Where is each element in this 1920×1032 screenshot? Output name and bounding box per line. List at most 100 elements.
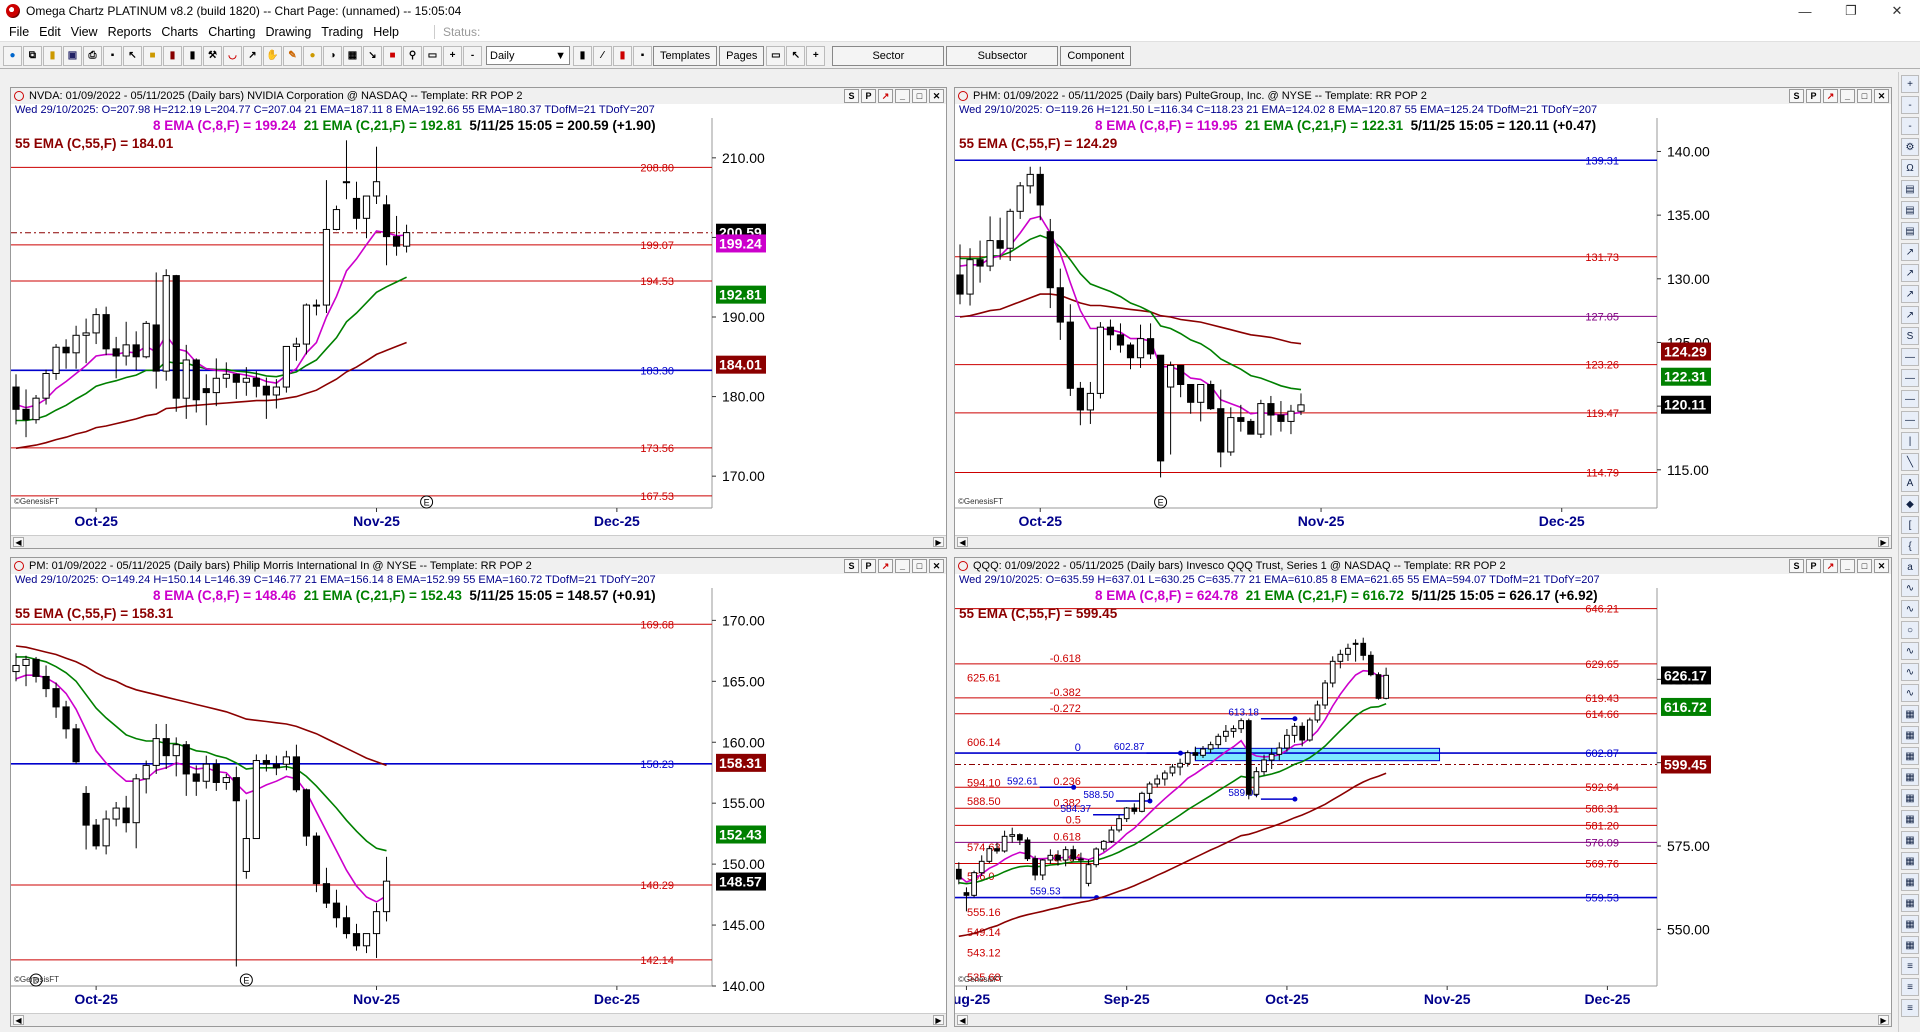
lock-icon[interactable]: ■ xyxy=(143,45,162,66)
save-icon[interactable]: ▣ xyxy=(63,45,82,66)
scroll-left-icon[interactable]: ◀ xyxy=(957,537,968,547)
zoom-out-tool-icon[interactable]: - xyxy=(1901,117,1919,135)
pages-button[interactable]: Pages xyxy=(719,45,765,66)
chart-tool-icon[interactable]: ▤ xyxy=(1901,201,1919,219)
globe-icon[interactable]: ● xyxy=(3,45,22,66)
bars-tool-icon[interactable]: ≡ xyxy=(1901,957,1919,975)
popout-icon[interactable]: ↗ xyxy=(1823,559,1838,573)
A-tool-icon[interactable]: A xyxy=(1901,474,1919,492)
chart-tool-icon[interactable]: ▤ xyxy=(1901,180,1919,198)
scroll-left-icon[interactable]: ◀ xyxy=(13,1015,24,1025)
zoom-icon[interactable]: ⚲ xyxy=(403,45,422,66)
chart-pane-phm[interactable]: PHM: 01/09/2022 - 05/11/2025 (Daily bars… xyxy=(954,87,1892,549)
grid-tool-icon[interactable]: ▦ xyxy=(1901,726,1919,744)
popout-icon[interactable]: ↗ xyxy=(878,559,893,573)
scroll-right-icon[interactable]: ▶ xyxy=(933,537,944,547)
zoom-in-tool-icon[interactable]: + xyxy=(1901,75,1919,93)
chart-pane-nvda[interactable]: NVDA: 01/09/2022 - 05/11/2025 (Daily bar… xyxy=(10,87,947,549)
chart-icon[interactable]: ▮ xyxy=(573,45,592,66)
minimize-icon[interactable]: _ xyxy=(895,89,910,103)
chart-tool-icon[interactable]: ▤ xyxy=(1901,222,1919,240)
horizontal-scrollbar[interactable]: ◀ ▶ xyxy=(955,535,1891,548)
minimize-icon[interactable]: _ xyxy=(895,559,910,573)
monitor-icon[interactable]: ▭ xyxy=(423,45,442,66)
grid-tool-icon[interactable]: ▦ xyxy=(1901,768,1919,786)
page-icon[interactable]: ▭ xyxy=(766,45,786,66)
p-button[interactable]: P xyxy=(861,89,876,103)
folder-icon[interactable]: ▮ xyxy=(43,45,62,66)
cursor-icon[interactable]: ↗ xyxy=(243,45,262,66)
maximize-icon[interactable]: □ xyxy=(1857,559,1872,573)
s-button[interactable]: S xyxy=(844,89,859,103)
s-button[interactable]: S xyxy=(844,559,859,573)
candlestick-chart[interactable]: 115.00120.00125.00130.00135.00140.00Oct-… xyxy=(955,116,1892,536)
hand-icon[interactable]: ✋ xyxy=(263,45,282,66)
menu-file[interactable]: File xyxy=(4,25,34,39)
coin-icon[interactable]: ● xyxy=(303,45,322,66)
diagonal-tool-icon[interactable]: ╲ xyxy=(1901,453,1919,471)
pencil-icon[interactable]: ✎ xyxy=(283,45,302,66)
scroll-right-icon[interactable]: ▶ xyxy=(1878,537,1889,547)
candles-icon[interactable]: ▮ xyxy=(183,45,202,66)
trend-tool-icon[interactable]: ↗ xyxy=(1901,243,1919,261)
subsector-button[interactable]: Subsector xyxy=(946,45,1059,66)
minimize-icon[interactable]: _ xyxy=(1840,89,1855,103)
curve-tool-icon[interactable]: ∿ xyxy=(1901,600,1919,618)
gauge-icon[interactable]: ◑ xyxy=(323,45,342,66)
restore-icon[interactable]: ❐ xyxy=(1828,0,1874,22)
print-icon[interactable]: ⎙ xyxy=(83,45,102,66)
ruler-icon[interactable]: ▪ xyxy=(103,45,122,66)
copy-icon[interactable]: ⧉ xyxy=(23,45,42,66)
menu-view[interactable]: View xyxy=(66,25,103,39)
minus-tool-icon[interactable]: — xyxy=(1901,411,1919,429)
maximize-icon[interactable]: □ xyxy=(912,89,927,103)
omega-tool-icon[interactable]: Ω xyxy=(1901,159,1919,177)
menu-reports[interactable]: Reports xyxy=(103,25,157,39)
maximize-icon[interactable]: □ xyxy=(912,559,927,573)
scroll-left-icon[interactable]: ◀ xyxy=(957,1015,968,1025)
bracket-tool-icon[interactable]: [ xyxy=(1901,516,1919,534)
bars-icon[interactable]: ▮ xyxy=(163,45,182,66)
grid-tool-icon[interactable]: ▦ xyxy=(1901,936,1919,954)
zoom-out-tool-icon[interactable]: - xyxy=(1901,96,1919,114)
close-icon[interactable]: ✕ xyxy=(1874,559,1889,573)
curve-tool-icon[interactable]: ∿ xyxy=(1901,642,1919,660)
p-button[interactable]: P xyxy=(1806,559,1821,573)
scroll-right-icon[interactable]: ▶ xyxy=(1878,1015,1889,1025)
grid-tool-icon[interactable]: ▦ xyxy=(1901,705,1919,723)
grid-tool-icon[interactable]: ▦ xyxy=(1901,810,1919,828)
menu-help[interactable]: Help xyxy=(368,25,404,39)
curve-tool-icon[interactable]: ∿ xyxy=(1901,684,1919,702)
minus-tick-icon[interactable]: - xyxy=(463,45,482,66)
magnet-icon[interactable]: ◡ xyxy=(223,45,242,66)
vertical-tool-icon[interactable]: | xyxy=(1901,432,1919,450)
menu-charting[interactable]: Charting xyxy=(203,25,260,39)
chart-pane-qqq[interactable]: QQQ: 01/09/2022 - 05/11/2025 (Daily bars… xyxy=(954,557,1892,1027)
gear-tool-icon[interactable]: ⚙ xyxy=(1901,138,1919,156)
toggle-icon[interactable]: ▪ xyxy=(633,45,652,66)
p-button[interactable]: P xyxy=(1806,89,1821,103)
braces-tool-icon[interactable]: { xyxy=(1901,537,1919,555)
close-icon[interactable]: ✕ xyxy=(1874,0,1920,22)
scroll-left-icon[interactable]: ◀ xyxy=(13,537,24,547)
horizontal-scrollbar[interactable]: ◀ ▶ xyxy=(955,1013,1891,1026)
crosshair-icon[interactable]: + xyxy=(806,45,826,66)
menu-charts[interactable]: Charts xyxy=(156,25,203,39)
popout-icon[interactable]: ↗ xyxy=(878,89,893,103)
sector-button[interactable]: Sector xyxy=(832,45,945,66)
s-button[interactable]: S xyxy=(1789,89,1804,103)
grid-tool-icon[interactable]: ▦ xyxy=(1901,873,1919,891)
bars-tool-icon[interactable]: ≡ xyxy=(1901,978,1919,996)
close-icon[interactable]: ✕ xyxy=(929,559,944,573)
grid-tool-icon[interactable]: ▦ xyxy=(1901,789,1919,807)
menu-drawing[interactable]: Drawing xyxy=(260,25,316,39)
p-button[interactable]: P xyxy=(861,559,876,573)
line-icon[interactable]: ∕ xyxy=(593,45,612,66)
trend-tool-icon[interactable]: ↗ xyxy=(1901,306,1919,324)
chart-pane-pm[interactable]: PM: 01/09/2022 - 05/11/2025 (Daily bars)… xyxy=(10,557,947,1027)
curve-tool-icon[interactable]: ∿ xyxy=(1901,663,1919,681)
grid-tool-icon[interactable]: ▦ xyxy=(1901,852,1919,870)
menu-trading[interactable]: Trading xyxy=(316,25,368,39)
minus-tool-icon[interactable]: — xyxy=(1901,369,1919,387)
grid-tool-icon[interactable]: ▦ xyxy=(1901,915,1919,933)
